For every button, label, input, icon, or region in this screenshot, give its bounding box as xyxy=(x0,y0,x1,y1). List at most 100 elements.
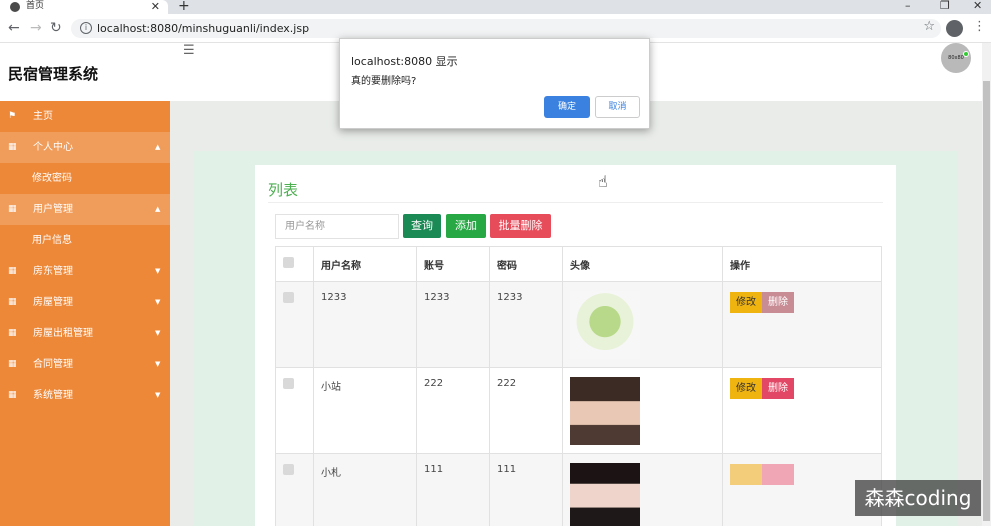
grid-icon: ▦ xyxy=(8,359,17,369)
dialog-message: 真的要删除吗? xyxy=(351,76,417,87)
actions-cell: 修改删除 xyxy=(722,281,882,368)
avatar-cell xyxy=(562,367,723,454)
row-checkbox[interactable] xyxy=(283,464,294,475)
checkbox-cell xyxy=(275,281,314,368)
sidebar-item-label: 房东管理 xyxy=(33,266,73,277)
table-row: 小站 222 222 修改 删除 xyxy=(275,367,882,454)
sidebar-item-label: 房屋管理 xyxy=(33,297,73,308)
account-cell: 222 xyxy=(416,367,490,454)
user-avatar[interactable]: 80x80 xyxy=(941,43,971,73)
search-input[interactable]: 用户名称 xyxy=(275,214,399,239)
scrollbar-thumb[interactable] xyxy=(983,81,990,521)
watermark: 森森coding xyxy=(855,480,981,516)
bookmark-star-icon[interactable]: ☆ xyxy=(923,19,935,34)
sidebar-item-user-management[interactable]: ▦ 用户管理 ▲ xyxy=(0,194,170,225)
name-cell: 小站 xyxy=(313,367,417,454)
delete-button[interactable]: 删除 xyxy=(762,378,794,399)
password-cell: 1233 xyxy=(489,281,563,368)
browser-tab[interactable]: 首页 ✕ xyxy=(0,0,168,14)
caret-down-icon: ▼ xyxy=(155,298,161,306)
sidebar-item-house-management[interactable]: ▦ 房屋管理 ▼ xyxy=(0,287,170,318)
sidebar-item-landlord-management[interactable]: ▦ 房东管理 ▼ xyxy=(0,256,170,287)
delete-button[interactable]: 删除 xyxy=(762,292,794,313)
page-scrollbar[interactable] xyxy=(982,43,991,526)
sidebar-item-label: 个人中心 xyxy=(33,142,73,153)
table-header-row: 用户名称 账号 密码 头像 操作 xyxy=(275,246,882,282)
grid-icon: ▦ xyxy=(8,204,17,214)
grid-icon: ▦ xyxy=(8,328,17,338)
caret-down-icon: ▼ xyxy=(155,267,161,275)
url-field[interactable]: i localhost:8080/minshuguanli/index.jsp … xyxy=(71,19,941,38)
grid-icon: ▦ xyxy=(8,297,17,307)
browser-menu-icon[interactable]: ⋮ xyxy=(973,19,986,34)
sidebar-item-label: 主页 xyxy=(33,111,53,122)
grid-icon: ▦ xyxy=(8,390,17,400)
edit-button[interactable]: 修改 xyxy=(730,292,762,313)
sidebar-item-label: 用户管理 xyxy=(33,204,73,215)
dialog-title: localhost:8080 显示 xyxy=(351,55,458,68)
avatar-cell xyxy=(562,281,723,368)
url-text[interactable]: localhost:8080/minshuguanli/index.jsp xyxy=(97,22,309,35)
col-header: 头像 xyxy=(562,246,723,282)
sidebar-item-user-info[interactable]: 用户信息 xyxy=(0,225,170,256)
row-checkbox[interactable] xyxy=(283,378,294,389)
dialog-ok-button[interactable]: 确定 xyxy=(544,96,590,118)
select-all-checkbox[interactable] xyxy=(283,257,294,268)
table-row: 小札 111 111 修改删除 xyxy=(275,453,882,526)
checkbox-cell xyxy=(275,367,314,454)
edit-button[interactable]: 修改 xyxy=(730,464,762,485)
sidebar-item-label: 房屋出租管理 xyxy=(33,328,93,339)
sidebar-item-label: 合同管理 xyxy=(33,359,73,370)
minimize-icon[interactable]: – xyxy=(905,0,911,12)
app-title: 民宿管理系统 xyxy=(8,65,99,83)
sidebar-item-label: 修改密码 xyxy=(32,173,72,184)
caret-down-icon: ▼ xyxy=(155,391,161,399)
new-tab-button[interactable]: + xyxy=(178,0,190,14)
forward-icon[interactable]: → xyxy=(30,20,42,36)
sidebar-item-label: 用户信息 xyxy=(32,235,72,246)
hamburger-icon[interactable]: ☰ xyxy=(183,43,195,58)
bulk-delete-button[interactable]: 批量删除 xyxy=(490,214,551,238)
sidebar-item-change-password[interactable]: 修改密码 xyxy=(0,163,170,194)
caret-up-icon: ▲ xyxy=(155,205,161,213)
sidebar-item-contract-management[interactable]: ▦ 合同管理 ▼ xyxy=(0,349,170,380)
avatar-cell xyxy=(562,453,723,526)
user-table: 用户名称 账号 密码 头像 操作 1233 1233 1233 修改 删除 小站 … xyxy=(275,246,882,526)
sidebar-item-rental-management[interactable]: ▦ 房屋出租管理 ▼ xyxy=(0,318,170,349)
caret-up-icon: ▲ xyxy=(155,143,161,151)
row-checkbox[interactable] xyxy=(283,292,294,303)
reload-icon[interactable]: ↻ xyxy=(50,20,62,36)
sidebar-item-personal-center[interactable]: ▦ 个人中心 ▲ xyxy=(0,132,170,163)
edit-button[interactable]: 修改 xyxy=(730,378,762,399)
sidebar-item-label: 系统管理 xyxy=(33,390,73,401)
avatar-image xyxy=(570,291,640,359)
checkbox-cell xyxy=(275,453,314,526)
add-button[interactable]: 添加 xyxy=(446,214,486,238)
sidebar-item-home[interactable]: ⚑ 主页 xyxy=(0,101,170,132)
name-cell: 1233 xyxy=(313,281,417,368)
password-cell: 111 xyxy=(489,453,563,526)
sidebar-item-system-management[interactable]: ▦ 系统管理 ▼ xyxy=(0,380,170,411)
window-close-icon[interactable]: ✕ xyxy=(973,0,982,12)
restore-icon[interactable]: ❐ xyxy=(940,0,950,12)
page-title: 列表 xyxy=(268,181,299,199)
caret-down-icon: ▼ xyxy=(155,329,161,337)
col-header: 操作 xyxy=(722,246,882,282)
query-button[interactable]: 查询 xyxy=(403,214,441,238)
info-icon[interactable]: i xyxy=(80,22,92,34)
online-status-dot xyxy=(963,51,969,57)
title-divider xyxy=(268,202,883,203)
flag-icon: ⚑ xyxy=(8,111,17,121)
list-card: 列表 用户名称 查询 添加 批量删除 用户名称 账号 密码 头像 操作 1233… xyxy=(255,165,896,526)
avatar-image xyxy=(570,377,640,445)
account-cell: 111 xyxy=(416,453,490,526)
grid-icon: ▦ xyxy=(8,266,17,276)
globe-icon xyxy=(10,2,20,12)
dialog-cancel-button[interactable]: 取消 xyxy=(595,96,640,118)
profile-icon[interactable] xyxy=(946,20,963,37)
delete-button[interactable]: 删除 xyxy=(762,464,794,485)
back-icon[interactable]: ← xyxy=(8,20,20,36)
table-row: 1233 1233 1233 修改 删除 xyxy=(275,281,882,368)
tab-close-icon[interactable]: ✕ xyxy=(151,0,160,13)
avatar-image xyxy=(570,463,640,526)
